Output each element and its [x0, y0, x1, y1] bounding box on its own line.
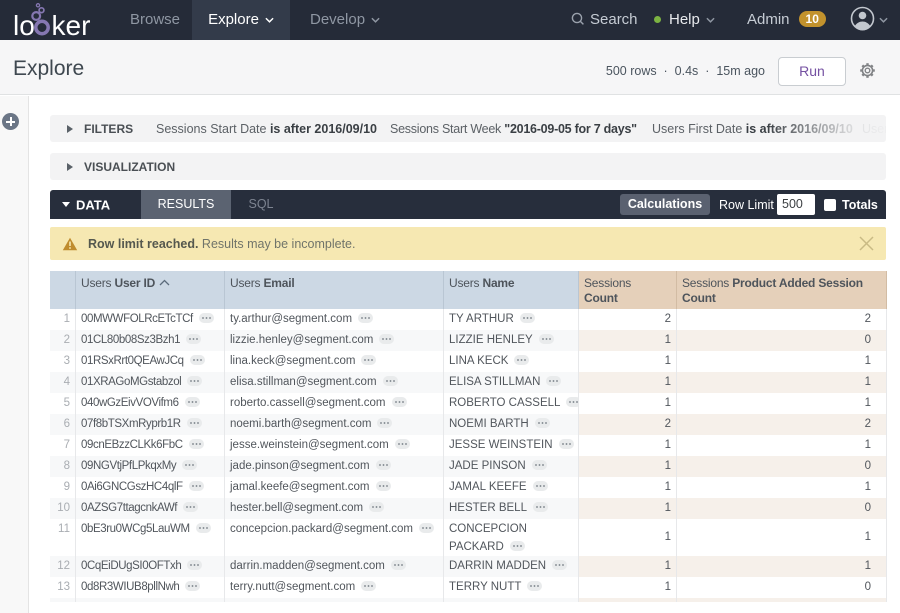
svg-text:ker: ker [52, 10, 91, 40]
